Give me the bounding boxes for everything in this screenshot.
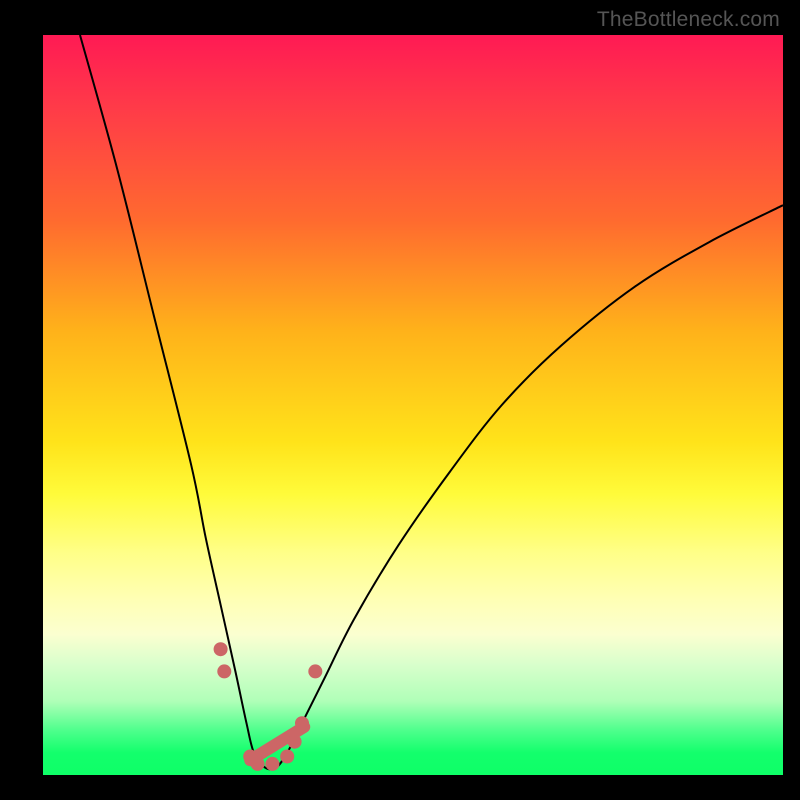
marker-dot — [308, 664, 322, 678]
bottleneck-chart — [43, 35, 783, 775]
marker-dot — [265, 757, 279, 771]
bottleneck-curve-line — [80, 35, 783, 769]
marker-dot — [280, 750, 294, 764]
marker-dot — [295, 716, 309, 730]
marker-dot — [251, 757, 265, 771]
marker-dot — [288, 735, 302, 749]
watermark-text: TheBottleneck.com — [597, 8, 780, 32]
marker-dot — [214, 642, 228, 656]
marker-dot — [217, 664, 231, 678]
